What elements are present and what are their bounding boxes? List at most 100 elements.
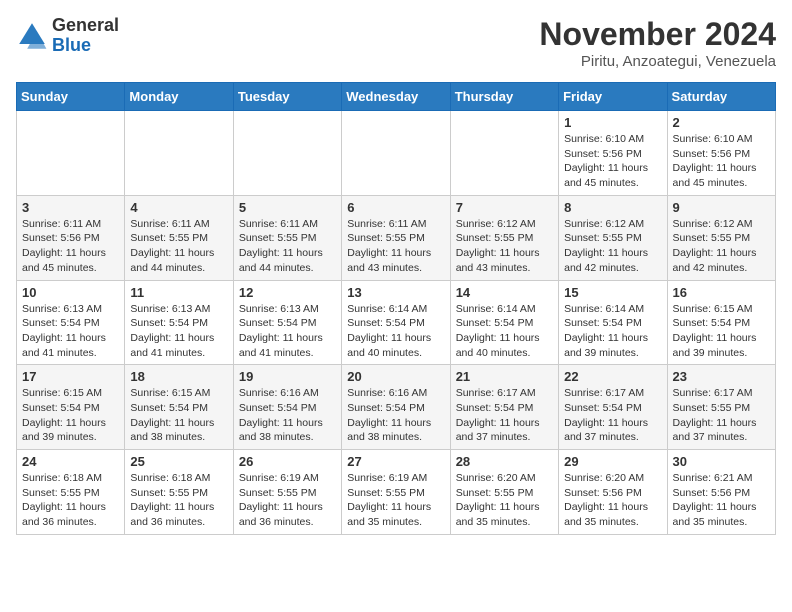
day-number: 14 (456, 285, 553, 300)
day-number: 4 (130, 200, 227, 215)
calendar-cell: 9Sunrise: 6:12 AM Sunset: 5:55 PM Daylig… (667, 195, 775, 280)
day-number: 12 (239, 285, 336, 300)
day-number: 7 (456, 200, 553, 215)
day-info: Sunrise: 6:16 AM Sunset: 5:54 PM Dayligh… (347, 386, 444, 445)
day-info: Sunrise: 6:13 AM Sunset: 5:54 PM Dayligh… (239, 302, 336, 361)
day-number: 5 (239, 200, 336, 215)
day-number: 15 (564, 285, 661, 300)
weekday-header-tuesday: Tuesday (233, 83, 341, 111)
calendar-cell: 4 Sunrise: 6:11 AM Sunset: 5:55 PM Daylig… (125, 195, 233, 280)
day-number: 2 (673, 115, 770, 130)
day-info: Sunrise: 6:14 AM Sunset: 5:54 PM Dayligh… (564, 302, 661, 361)
day-number: 17 (22, 369, 119, 384)
day-info: Sunrise: 6:17 AM Sunset: 5:55 PM Dayligh… (673, 386, 770, 445)
day-number: 25 (130, 454, 227, 469)
day-number: 6 (347, 200, 444, 215)
day-info: Sunrise: 6:11 AM Sunset: 5:55 PM Dayligh… (239, 217, 336, 276)
calendar-cell: 20 Sunrise: 6:16 AM Sunset: 5:54 PM Dayli… (342, 365, 450, 450)
week-row-2: 3Sunrise: 6:11 AM Sunset: 5:56 PM Daylig… (17, 195, 776, 280)
day-info: Sunrise: 6:19 AM Sunset: 5:55 PM Dayligh… (239, 471, 336, 530)
weekday-header-saturday: Saturday (667, 83, 775, 111)
day-info: Sunrise: 6:20 AM Sunset: 5:56 PM Dayligh… (564, 471, 661, 530)
calendar-cell: 25Sunrise: 6:18 AM Sunset: 5:55 PM Dayli… (125, 450, 233, 535)
day-info: Sunrise: 6:20 AM Sunset: 5:55 PM Dayligh… (456, 471, 553, 530)
week-row-1: 1Sunrise: 6:10 AM Sunset: 5:56 PM Daylig… (17, 111, 776, 196)
logo: General Blue (16, 16, 119, 56)
day-info: Sunrise: 6:14 AM Sunset: 5:54 PM Dayligh… (456, 302, 553, 361)
calendar-cell: 10Sunrise: 6:13 AM Sunset: 5:54 PM Dayli… (17, 280, 125, 365)
location-text: Piritu, Anzoategui, Venezuela (539, 53, 776, 70)
day-number: 26 (239, 454, 336, 469)
day-info: Sunrise: 6:12 AM Sunset: 5:55 PM Dayligh… (564, 217, 661, 276)
day-number: 18 (130, 369, 227, 384)
calendar-cell: 19 Sunrise: 6:16 AM Sunset: 5:54 PM Dayli… (233, 365, 341, 450)
week-row-4: 17 Sunrise: 6:15 AM Sunset: 5:54 PM Dayli… (17, 365, 776, 450)
weekday-header-row: SundayMondayTuesdayWednesdayThursdayFrid… (17, 83, 776, 111)
calendar-cell: 14 Sunrise: 6:14 AM Sunset: 5:54 PM Dayli… (450, 280, 558, 365)
calendar-cell: 27 Sunrise: 6:19 AM Sunset: 5:55 PM Dayli… (342, 450, 450, 535)
calendar-cell: 6 Sunrise: 6:11 AM Sunset: 5:55 PM Daylig… (342, 195, 450, 280)
weekday-header-monday: Monday (125, 83, 233, 111)
day-info: Sunrise: 6:15 AM Sunset: 5:54 PM Dayligh… (673, 302, 770, 361)
calendar-cell: 21 Sunrise: 6:17 AM Sunset: 5:54 PM Dayli… (450, 365, 558, 450)
day-number: 23 (673, 369, 770, 384)
calendar-cell: 29 Sunrise: 6:20 AM Sunset: 5:56 PM Dayli… (559, 450, 667, 535)
day-info: Sunrise: 6:13 AM Sunset: 5:54 PM Dayligh… (130, 302, 227, 361)
logo-icon (16, 20, 48, 52)
day-info: Sunrise: 6:15 AM Sunset: 5:54 PM Dayligh… (130, 386, 227, 445)
day-number: 24 (22, 454, 119, 469)
month-title: November 2024 (539, 16, 776, 53)
calendar-cell: 15 Sunrise: 6:14 AM Sunset: 5:54 PM Dayli… (559, 280, 667, 365)
day-number: 13 (347, 285, 444, 300)
calendar-cell: 3Sunrise: 6:11 AM Sunset: 5:56 PM Daylig… (17, 195, 125, 280)
day-info: Sunrise: 6:11 AM Sunset: 5:55 PM Dayligh… (130, 217, 227, 276)
calendar-cell: 28 Sunrise: 6:20 AM Sunset: 5:55 PM Dayli… (450, 450, 558, 535)
calendar-cell (342, 111, 450, 196)
day-info: Sunrise: 6:10 AM Sunset: 5:56 PM Dayligh… (673, 132, 770, 191)
calendar-cell: 13Sunrise: 6:14 AM Sunset: 5:54 PM Dayli… (342, 280, 450, 365)
day-number: 28 (456, 454, 553, 469)
day-number: 29 (564, 454, 661, 469)
week-row-5: 24 Sunrise: 6:18 AM Sunset: 5:55 PM Dayli… (17, 450, 776, 535)
weekday-header-friday: Friday (559, 83, 667, 111)
day-number: 19 (239, 369, 336, 384)
calendar-cell: 12 Sunrise: 6:13 AM Sunset: 5:54 PM Dayli… (233, 280, 341, 365)
day-number: 10 (22, 285, 119, 300)
day-info: Sunrise: 6:11 AM Sunset: 5:56 PM Dayligh… (22, 217, 119, 276)
logo-text: General Blue (52, 16, 119, 56)
day-number: 21 (456, 369, 553, 384)
calendar-cell: 17Sunrise: 6:15 AM Sunset: 5:54 PM Dayli… (17, 365, 125, 450)
day-info: Sunrise: 6:17 AM Sunset: 5:54 PM Dayligh… (456, 386, 553, 445)
calendar-cell: 30Sunrise: 6:21 AM Sunset: 5:56 PM Dayli… (667, 450, 775, 535)
day-info: Sunrise: 6:21 AM Sunset: 5:56 PM Dayligh… (673, 471, 770, 530)
day-number: 8 (564, 200, 661, 215)
calendar-cell: 18 Sunrise: 6:15 AM Sunset: 5:54 PM Dayli… (125, 365, 233, 450)
calendar-cell: 1Sunrise: 6:10 AM Sunset: 5:56 PM Daylig… (559, 111, 667, 196)
day-info: Sunrise: 6:11 AM Sunset: 5:55 PM Dayligh… (347, 217, 444, 276)
calendar-cell: 11 Sunrise: 6:13 AM Sunset: 5:54 PM Dayli… (125, 280, 233, 365)
calendar-cell: 16Sunrise: 6:15 AM Sunset: 5:54 PM Dayli… (667, 280, 775, 365)
day-number: 11 (130, 285, 227, 300)
weekday-header-thursday: Thursday (450, 83, 558, 111)
calendar-cell (125, 111, 233, 196)
day-number: 20 (347, 369, 444, 384)
day-number: 27 (347, 454, 444, 469)
day-info: Sunrise: 6:10 AM Sunset: 5:56 PM Dayligh… (564, 132, 661, 191)
day-info: Sunrise: 6:18 AM Sunset: 5:55 PM Dayligh… (22, 471, 119, 530)
day-info: Sunrise: 6:16 AM Sunset: 5:54 PM Dayligh… (239, 386, 336, 445)
calendar-cell: 23 Sunrise: 6:17 AM Sunset: 5:55 PM Dayli… (667, 365, 775, 450)
calendar-cell (233, 111, 341, 196)
calendar-cell (450, 111, 558, 196)
logo-blue-text: Blue (52, 36, 119, 56)
calendar-cell: 26 Sunrise: 6:19 AM Sunset: 5:55 PM Dayli… (233, 450, 341, 535)
weekday-header-sunday: Sunday (17, 83, 125, 111)
day-info: Sunrise: 6:19 AM Sunset: 5:55 PM Dayligh… (347, 471, 444, 530)
day-number: 22 (564, 369, 661, 384)
page-header: General Blue November 2024 Piritu, Anzoa… (16, 16, 776, 70)
day-info: Sunrise: 6:17 AM Sunset: 5:54 PM Dayligh… (564, 386, 661, 445)
calendar-cell: 8 Sunrise: 6:12 AM Sunset: 5:55 PM Daylig… (559, 195, 667, 280)
calendar-cell: 7Sunrise: 6:12 AM Sunset: 5:55 PM Daylig… (450, 195, 558, 280)
calendar-cell: 22 Sunrise: 6:17 AM Sunset: 5:54 PM Dayli… (559, 365, 667, 450)
logo-general-text: General (52, 16, 119, 36)
calendar-cell: 5 Sunrise: 6:11 AM Sunset: 5:55 PM Daylig… (233, 195, 341, 280)
